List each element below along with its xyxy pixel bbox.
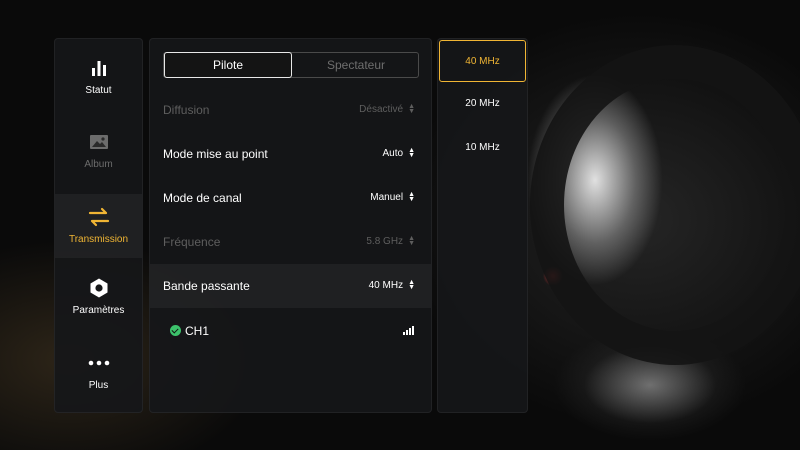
channel-label: CH1: [185, 324, 210, 338]
setting-row-mode-mise-au-point[interactable]: Mode mise au point Auto ▲ ▼: [150, 132, 431, 176]
bandwidth-option-40mhz[interactable]: 40 MHz: [439, 40, 526, 82]
setting-row-mode-de-canal[interactable]: Mode de canal Manuel ▲ ▼: [150, 176, 431, 220]
setting-value: 40 MHz ▲ ▼: [368, 279, 415, 292]
updown-arrows-icon: ▲ ▼: [408, 235, 415, 248]
transfer-arrows-icon: [88, 207, 109, 227]
setting-row-bande-passante[interactable]: Bande passante 40 MHz ▲ ▼: [150, 264, 431, 308]
setting-label: Mode de canal: [163, 191, 242, 205]
sidebar-item-parametres[interactable]: Paramètres: [55, 277, 142, 341]
tab-spectateur[interactable]: Spectateur: [292, 53, 420, 77]
setting-label: Fréquence: [163, 235, 221, 249]
setting-label: Diffusion: [163, 103, 210, 117]
updown-arrows-icon: ▲ ▼: [408, 147, 415, 160]
setting-row-frequence[interactable]: Fréquence 5.8 GHz ▲ ▼: [150, 220, 431, 264]
tab-pilote[interactable]: Pilote: [164, 52, 292, 78]
hexagon-settings-icon: [90, 278, 107, 298]
sidebar-item-statut[interactable]: Statut: [55, 57, 142, 121]
setting-value: Désactivé ▲ ▼: [359, 103, 415, 116]
setting-label: Bande passante: [163, 279, 250, 293]
updown-arrows-icon: ▲ ▼: [408, 191, 415, 204]
more-dots-icon: [88, 360, 109, 366]
transmission-settings-panel: Pilote Spectateur Diffusion Désactivé ▲ ▼ …: [149, 38, 432, 413]
updown-arrows-icon: ▲ ▼: [408, 279, 415, 292]
view-mode-segmented-control: Pilote Spectateur: [163, 52, 419, 78]
sidebar-item-label: Paramètres: [72, 305, 125, 316]
setting-value: Auto ▲ ▼: [382, 147, 415, 160]
signal-bars-icon: [403, 326, 415, 335]
bandwidth-dropdown: 40 MHz 20 MHz 10 MHz: [437, 38, 528, 413]
sidebar-item-label: Transmission: [68, 234, 129, 245]
sidebar-item-label: Statut: [85, 85, 112, 96]
setting-row-diffusion[interactable]: Diffusion Désactivé ▲ ▼: [150, 88, 431, 132]
sidebar-item-label: Album: [84, 159, 113, 170]
sidebar-item-plus[interactable]: Plus: [55, 352, 142, 416]
setting-value: Manuel ▲ ▼: [370, 191, 415, 204]
bandwidth-option-10mhz[interactable]: 10 MHz: [438, 127, 527, 169]
sidebar-item-album[interactable]: Album: [55, 131, 142, 195]
sidebar-item-label: Plus: [88, 380, 109, 391]
bandwidth-option-20mhz[interactable]: 20 MHz: [438, 83, 527, 125]
camera-feed-ring: [530, 45, 800, 365]
check-circle-icon: [170, 325, 181, 336]
sidebar-item-transmission[interactable]: Transmission: [55, 194, 142, 258]
setting-label: Mode mise au point: [163, 147, 268, 161]
sidebar: Statut Album Transmission Paramètres Plu…: [54, 38, 143, 413]
bar-chart-icon: [91, 61, 106, 76]
image-icon: [89, 135, 108, 149]
setting-value: 5.8 GHz ▲ ▼: [366, 235, 415, 248]
channel-row[interactable]: CH1: [150, 309, 431, 353]
updown-arrows-icon: ▲ ▼: [408, 103, 415, 116]
